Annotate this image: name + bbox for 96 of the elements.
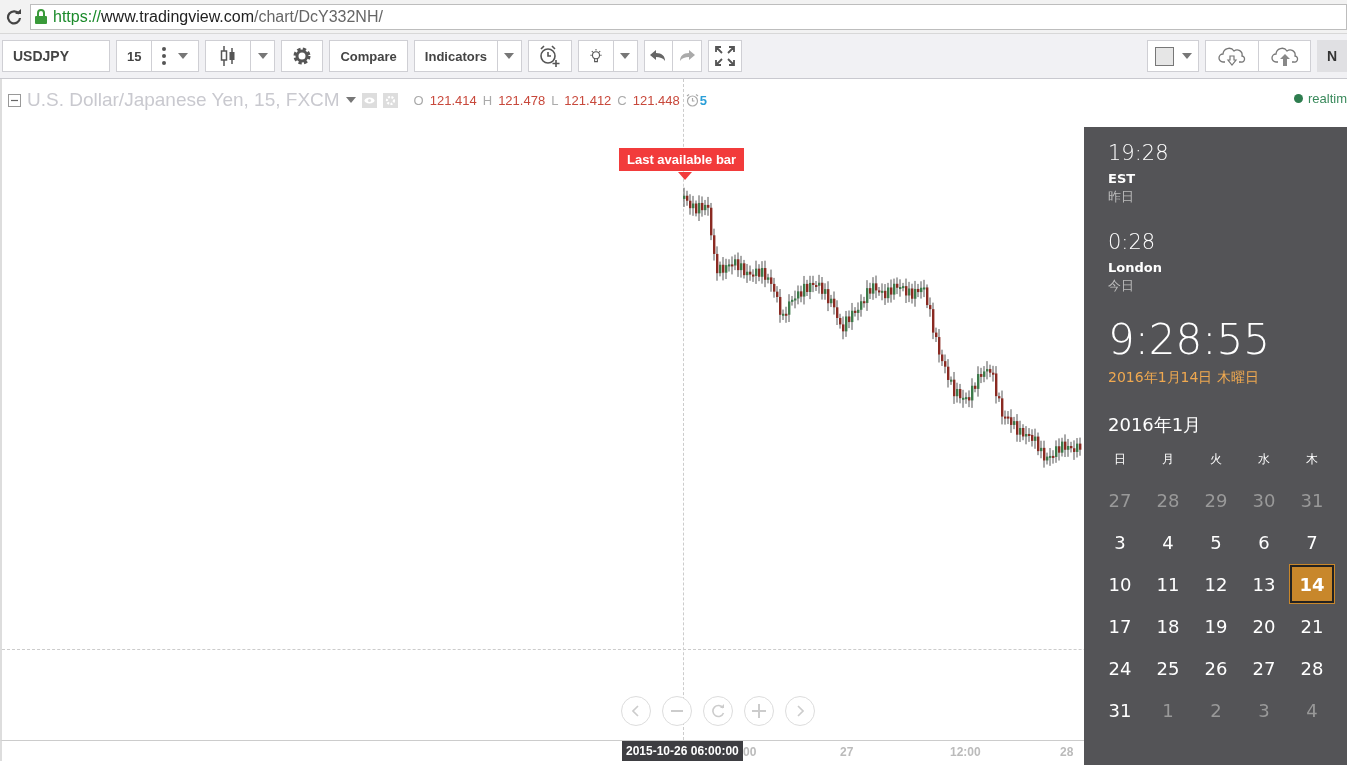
alarm-clock-icon	[538, 45, 561, 67]
minus-icon	[671, 710, 683, 712]
clock-zone: London	[1108, 260, 1163, 275]
axis-label: 00	[743, 745, 757, 759]
caret-icon	[345, 97, 356, 103]
calendar-day[interactable]: 11	[1146, 565, 1190, 603]
interval-button[interactable]: 15	[116, 40, 153, 72]
ideas-dropdown[interactable]	[613, 40, 638, 72]
clock-day: 昨日	[1108, 188, 1347, 206]
clock-time: 0:28	[1108, 230, 1157, 254]
calendar-day[interactable]: 31	[1098, 691, 1142, 729]
calendar-day[interactable]: 3	[1098, 523, 1142, 561]
cloud-download-icon	[1218, 46, 1246, 66]
fullscreen-button[interactable]	[707, 40, 742, 72]
reload-icon[interactable]	[6, 8, 22, 25]
clock-zone: EST	[1108, 171, 1137, 186]
calendar-month: 2016年1月	[1108, 413, 1203, 437]
load-button[interactable]	[1205, 40, 1259, 72]
status-dot	[1294, 94, 1303, 103]
axis-label: 28	[1060, 745, 1074, 759]
compare-button[interactable]: Compare	[329, 40, 408, 72]
swatch-icon	[1154, 46, 1174, 66]
current-time: 9:28:55	[1108, 319, 1271, 361]
crosshair-time-label: 2015-10-26 06:00:00	[622, 741, 743, 761]
calendar-day[interactable]: 25	[1146, 649, 1190, 687]
candlestick-icon	[220, 46, 237, 66]
alert-count: 5	[699, 92, 707, 108]
calendar-day[interactable]: 20	[1242, 607, 1286, 645]
weekday-label: 月	[1161, 451, 1175, 468]
undo-icon	[650, 50, 667, 62]
calendar-day[interactable]: 28	[1290, 649, 1334, 687]
calendar-day[interactable]: 4	[1146, 523, 1190, 561]
color-picker-button[interactable]	[1147, 40, 1199, 72]
calendar-day[interactable]: 17	[1098, 607, 1142, 645]
side-tab[interactable]: N	[1317, 40, 1347, 72]
interval-dropdown[interactable]	[152, 40, 200, 72]
undo-button[interactable]	[643, 40, 673, 72]
clock-day: 今日	[1108, 277, 1347, 295]
ohlc-label: C	[617, 92, 627, 108]
plus-icon	[752, 704, 766, 718]
calendar-day[interactable]: 18	[1146, 607, 1190, 645]
symbol-field[interactable]: USDJPY	[2, 40, 110, 72]
pointer-icon	[678, 172, 692, 180]
calendar-day[interactable]: 24	[1098, 649, 1142, 687]
fullscreen-icon	[714, 46, 735, 66]
weekday-label: 火	[1209, 451, 1223, 468]
lock-icon	[35, 9, 47, 24]
chart-style-button[interactable]	[205, 40, 252, 72]
calendar-day[interactable]: 5	[1194, 523, 1238, 561]
save-button[interactable]	[1259, 40, 1311, 72]
weekday-label: 水	[1257, 451, 1271, 468]
weekday-label: 日	[1113, 451, 1127, 468]
caret-icon	[178, 53, 189, 59]
redo-icon	[678, 50, 695, 62]
calendar-day[interactable]: 21	[1290, 607, 1334, 645]
calendar-day[interactable]: 7	[1290, 523, 1334, 561]
current-date: 2016年1月14日 木曜日	[1108, 369, 1260, 387]
chevron-right-icon	[796, 705, 804, 717]
settings-button[interactable]	[281, 40, 324, 72]
calendar-day[interactable]: 19	[1194, 607, 1238, 645]
ohlc-value: 121.412	[564, 92, 612, 108]
calendar-day[interactable]: 10	[1098, 565, 1142, 603]
dots-icon	[162, 47, 167, 65]
ohlc-value: 121.414	[429, 92, 477, 108]
calendar-day[interactable]: 27	[1242, 649, 1286, 687]
caret-icon	[620, 53, 631, 59]
address-bar[interactable]: https://www.tradingview.com/chart/DcY332NH/	[30, 3, 1347, 30]
alert-button[interactable]	[527, 40, 572, 72]
collapse-icon[interactable]	[8, 93, 21, 107]
caret-icon	[1181, 53, 1192, 59]
calendar-day[interactable]: 6	[1242, 523, 1286, 561]
chart-style-dropdown[interactable]	[251, 40, 276, 72]
indicators-dropdown[interactable]	[497, 40, 522, 72]
reset-icon	[711, 704, 725, 718]
caret-icon	[504, 53, 515, 59]
cloud-upload-icon	[1270, 46, 1299, 66]
clock-time: 19:28	[1108, 141, 1170, 165]
chevron-left-icon	[632, 705, 640, 717]
url-text: https://www.tradingview.com/chart/DcY332NH/	[53, 7, 383, 26]
weekday-label: 木	[1305, 451, 1319, 468]
ohlc-value: 121.448	[632, 92, 680, 108]
status-text: realtim	[1308, 91, 1347, 106]
ohlc-value: 121.478	[498, 92, 546, 108]
caret-icon	[257, 53, 268, 59]
calendar-day[interactable]: 13	[1242, 565, 1286, 603]
ideas-button[interactable]	[577, 40, 614, 72]
settings-icon	[292, 46, 313, 66]
ohlc-label: L	[551, 92, 559, 108]
alarm-clock-icon[interactable]	[685, 93, 699, 107]
ohlc-label: O	[413, 92, 424, 108]
axis-label: 12:00	[950, 745, 981, 759]
indicators-button[interactable]: Indicators	[413, 40, 498, 72]
calendar-day[interactable]: 26	[1194, 649, 1238, 687]
calendar-day[interactable]: 12	[1194, 565, 1238, 603]
axis-label: 27	[840, 745, 854, 759]
ohlc-label: H	[482, 92, 493, 108]
